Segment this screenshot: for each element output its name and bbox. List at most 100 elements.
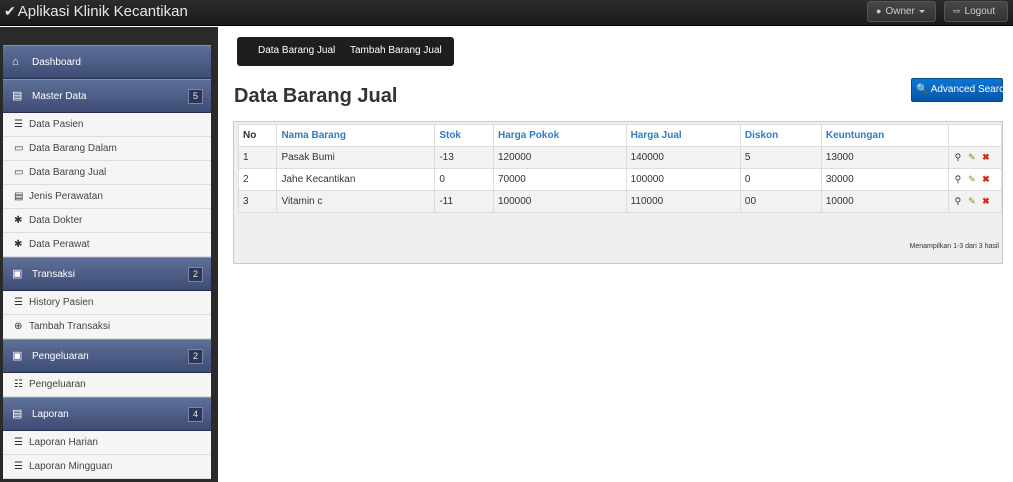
sidebar-item-data-barang-jual[interactable]: ▭ Data Barang Jual bbox=[3, 161, 211, 185]
list-icon: ☰ bbox=[14, 437, 23, 448]
sidebar-item-label: Laporan Harian bbox=[29, 437, 98, 448]
sidebar-item-label: Laporan Mingguan bbox=[29, 461, 113, 472]
list-icon: ☰ bbox=[14, 119, 23, 130]
edit-icon[interactable]: ✎ bbox=[965, 151, 978, 164]
cell-no: 3 bbox=[237, 190, 278, 213]
sidebar-item-label: History Pasien bbox=[29, 297, 94, 308]
column-header-harga-pokok[interactable]: Harga Pokok bbox=[493, 124, 627, 147]
cell-harga-pokok: 70000 bbox=[493, 168, 627, 191]
tab-bar: Data Barang Jual Tambah Barang Jual bbox=[237, 37, 454, 66]
sidebar-item-laporan-harian[interactable]: ☰ Laporan Harian bbox=[3, 431, 211, 455]
advanced-search-label: Advanced Search bbox=[930, 84, 1010, 95]
cell-diskon: 00 bbox=[739, 190, 822, 213]
delete-icon[interactable]: ✖ bbox=[979, 173, 992, 186]
tab-tambah-barang-jual[interactable]: Tambah Barang Jual bbox=[350, 37, 442, 65]
cell-harga-pokok: 120000 bbox=[493, 146, 627, 169]
count-badge: 2 bbox=[188, 267, 203, 282]
th-icon: ☷ bbox=[14, 379, 23, 390]
asterisk-icon: ✱ bbox=[14, 215, 23, 226]
app-title: Aplikasi Klinik Kecantikan bbox=[17, 3, 188, 20]
asterisk-icon: ✱ bbox=[14, 239, 23, 250]
sidebar-item-label: Data Pasien bbox=[29, 119, 84, 130]
logout-button[interactable]: ⇨ Logout bbox=[944, 1, 1008, 22]
sidebar-item-label: Tambah Transaksi bbox=[29, 321, 111, 332]
sidebar-item-data-pasien[interactable]: ☰ Data Pasien bbox=[3, 113, 211, 137]
column-header-diskon[interactable]: Diskon bbox=[739, 124, 822, 147]
cell-harga-jual: 110000 bbox=[625, 190, 741, 213]
sidebar-item-pengeluaran[interactable]: ☷ Pengeluaran bbox=[3, 373, 211, 397]
sidebar-item-data-barang-dalam[interactable]: ▭ Data Barang Dalam bbox=[3, 137, 211, 161]
owner-dropdown-button[interactable]: ● Owner bbox=[867, 1, 936, 22]
sidebar-item-data-perawat[interactable]: ✱ Data Perawat bbox=[3, 233, 211, 257]
main-content: Data Barang Jual Tambah Barang Jual Data… bbox=[218, 27, 1013, 482]
column-header-no: No bbox=[237, 124, 278, 147]
page-title: Data Barang Jual bbox=[234, 85, 398, 107]
logout-label: Logout bbox=[964, 6, 996, 17]
edit-icon[interactable]: ✎ bbox=[965, 195, 978, 208]
cell-keuntungan: 10000 bbox=[820, 190, 950, 213]
sidebar-item-laporan-mingguan[interactable]: ☰ Laporan Mingguan bbox=[3, 455, 211, 479]
plus-circle-icon: ⊕ bbox=[14, 321, 23, 332]
data-table: No Nama Barang Stok Harga Pokok Harga Ju… bbox=[237, 124, 1002, 213]
pagination-summary: Menampilkan 1-3 dari 3 hasil bbox=[909, 243, 1000, 250]
view-icon[interactable]: ⚲ bbox=[951, 173, 964, 186]
sidebar-item-history-pasien[interactable]: ☰ History Pasien bbox=[3, 291, 211, 315]
column-header-nama-barang[interactable]: Nama Barang bbox=[276, 124, 436, 147]
table-icon: ▤ bbox=[12, 408, 23, 420]
cell-nama-barang: Vitamin c bbox=[276, 190, 436, 213]
cell-stok: -13 bbox=[434, 146, 494, 169]
cell-nama-barang: Pasak Bumi bbox=[276, 146, 436, 169]
list-icon: ☰ bbox=[14, 461, 23, 472]
count-badge: 4 bbox=[188, 407, 203, 422]
column-header-actions bbox=[948, 124, 1002, 147]
caret-down-icon bbox=[918, 9, 925, 13]
home-icon: ⌂ bbox=[12, 56, 19, 68]
column-header-keuntungan[interactable]: Keuntungan bbox=[820, 124, 950, 147]
logout-icon: ⇨ bbox=[953, 6, 961, 16]
user-icon: ● bbox=[876, 6, 882, 16]
sidebar-item-label: Data Barang Dalam bbox=[29, 143, 117, 154]
table-header-row: No Nama Barang Stok Harga Pokok Harga Ju… bbox=[237, 124, 1002, 147]
sidebar-section-label: Transaksi bbox=[32, 269, 75, 280]
sidebar-section-transaksi[interactable]: ▣ Transaksi 2 bbox=[3, 257, 211, 291]
sidebar-section-master-data[interactable]: ▤ Master Data 5 bbox=[3, 79, 211, 113]
delete-icon[interactable]: ✖ bbox=[979, 195, 992, 208]
table-row: 2 Jahe Kecantikan 0 70000 100000 0 30000… bbox=[237, 168, 1002, 191]
app-brand[interactable]: ✔ Aplikasi Klinik Kecantikan bbox=[4, 2, 188, 21]
sidebar-section-label: Pengeluaran bbox=[32, 351, 89, 362]
advanced-search-button[interactable]: 🔍 Advanced Search bbox=[911, 78, 1010, 102]
column-header-harga-jual[interactable]: Harga Jual bbox=[625, 124, 741, 147]
view-icon[interactable]: ⚲ bbox=[951, 195, 964, 208]
view-icon[interactable]: ⚲ bbox=[951, 151, 964, 164]
table-row: 1 Pasak Bumi -13 120000 140000 5 13000 ⚲… bbox=[237, 146, 1002, 169]
search-icon: 🔍 bbox=[916, 84, 929, 95]
sidebar-item-tambah-transaksi[interactable]: ⊕ Tambah Transaksi bbox=[3, 315, 211, 339]
cell-stok: -11 bbox=[434, 190, 494, 213]
count-badge: 2 bbox=[188, 349, 203, 364]
sidebar-section-dashboard[interactable]: ⌂ Dashboard bbox=[3, 45, 211, 79]
delete-icon[interactable]: ✖ bbox=[979, 151, 992, 164]
cell-actions: ⚲ ✎ ✖ bbox=[948, 168, 1002, 191]
cell-harga-pokok: 100000 bbox=[493, 190, 627, 213]
table-icon: ▤ bbox=[12, 90, 23, 102]
hdd-icon: ▭ bbox=[14, 167, 24, 178]
cell-actions: ⚲ ✎ ✖ bbox=[948, 146, 1002, 169]
top-navbar: ✔ Aplikasi Klinik Kecantikan ● Owner ⇨ Logo… bbox=[0, 0, 1013, 26]
sidebar-section-pengeluaran[interactable]: ▣ Pengeluaran 2 bbox=[3, 339, 211, 373]
cell-no: 1 bbox=[237, 146, 278, 169]
sidebar-section-label: Laporan bbox=[32, 409, 69, 420]
briefcase-icon: ▣ bbox=[12, 268, 23, 280]
tab-data-barang-jual[interactable]: Data Barang Jual bbox=[258, 37, 335, 65]
table-row: 3 Vitamin c -11 100000 110000 00 10000 ⚲… bbox=[237, 190, 1002, 213]
cell-diskon: 5 bbox=[739, 146, 822, 169]
sidebar-item-data-dokter[interactable]: ✱ Data Dokter bbox=[3, 209, 211, 233]
sidebar-item-jenis-perawatan[interactable]: ▤ Jenis Perawatan bbox=[3, 185, 211, 209]
cell-harga-jual: 100000 bbox=[625, 168, 741, 191]
cell-diskon: 0 bbox=[739, 168, 822, 191]
cell-stok: 0 bbox=[434, 168, 494, 191]
sidebar-section-laporan[interactable]: ▤ Laporan 4 bbox=[3, 397, 211, 431]
hdd-icon: ▭ bbox=[14, 143, 24, 154]
edit-icon[interactable]: ✎ bbox=[965, 173, 978, 186]
column-header-stok[interactable]: Stok bbox=[434, 124, 494, 147]
list-alt-icon: ▤ bbox=[14, 191, 24, 202]
